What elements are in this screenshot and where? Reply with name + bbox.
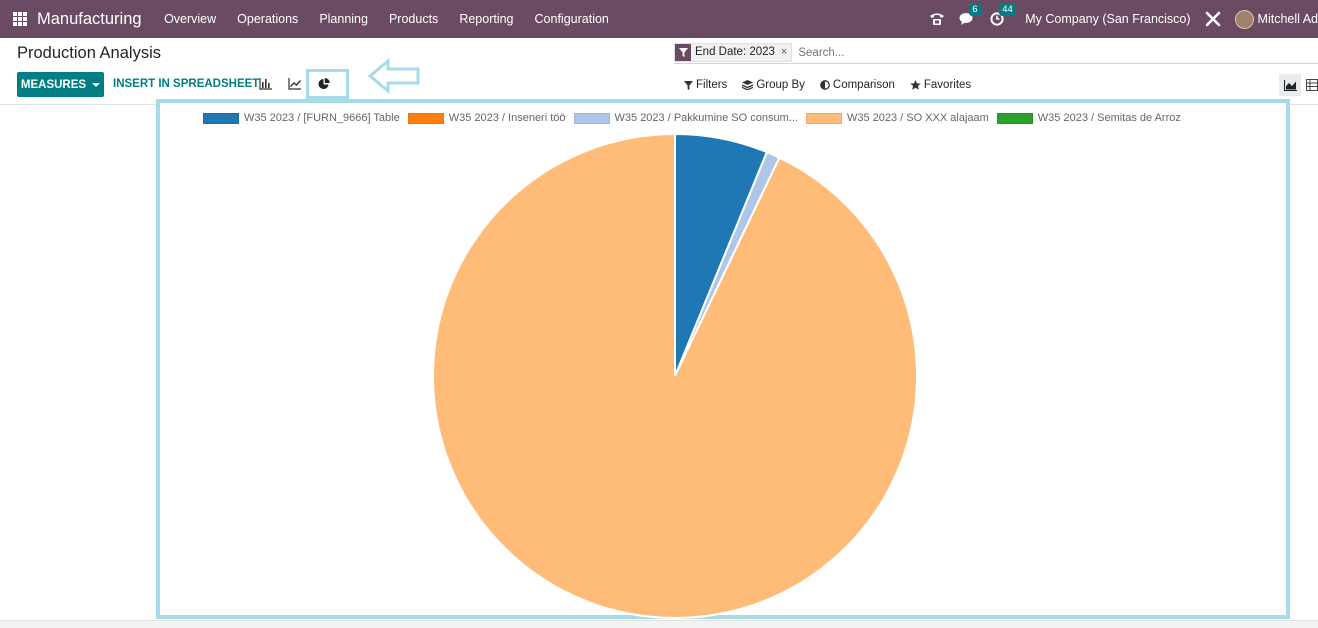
pie-chart <box>432 132 918 619</box>
bottom-scroll-area <box>0 620 1318 628</box>
pie-slice[interactable] <box>432 132 918 619</box>
